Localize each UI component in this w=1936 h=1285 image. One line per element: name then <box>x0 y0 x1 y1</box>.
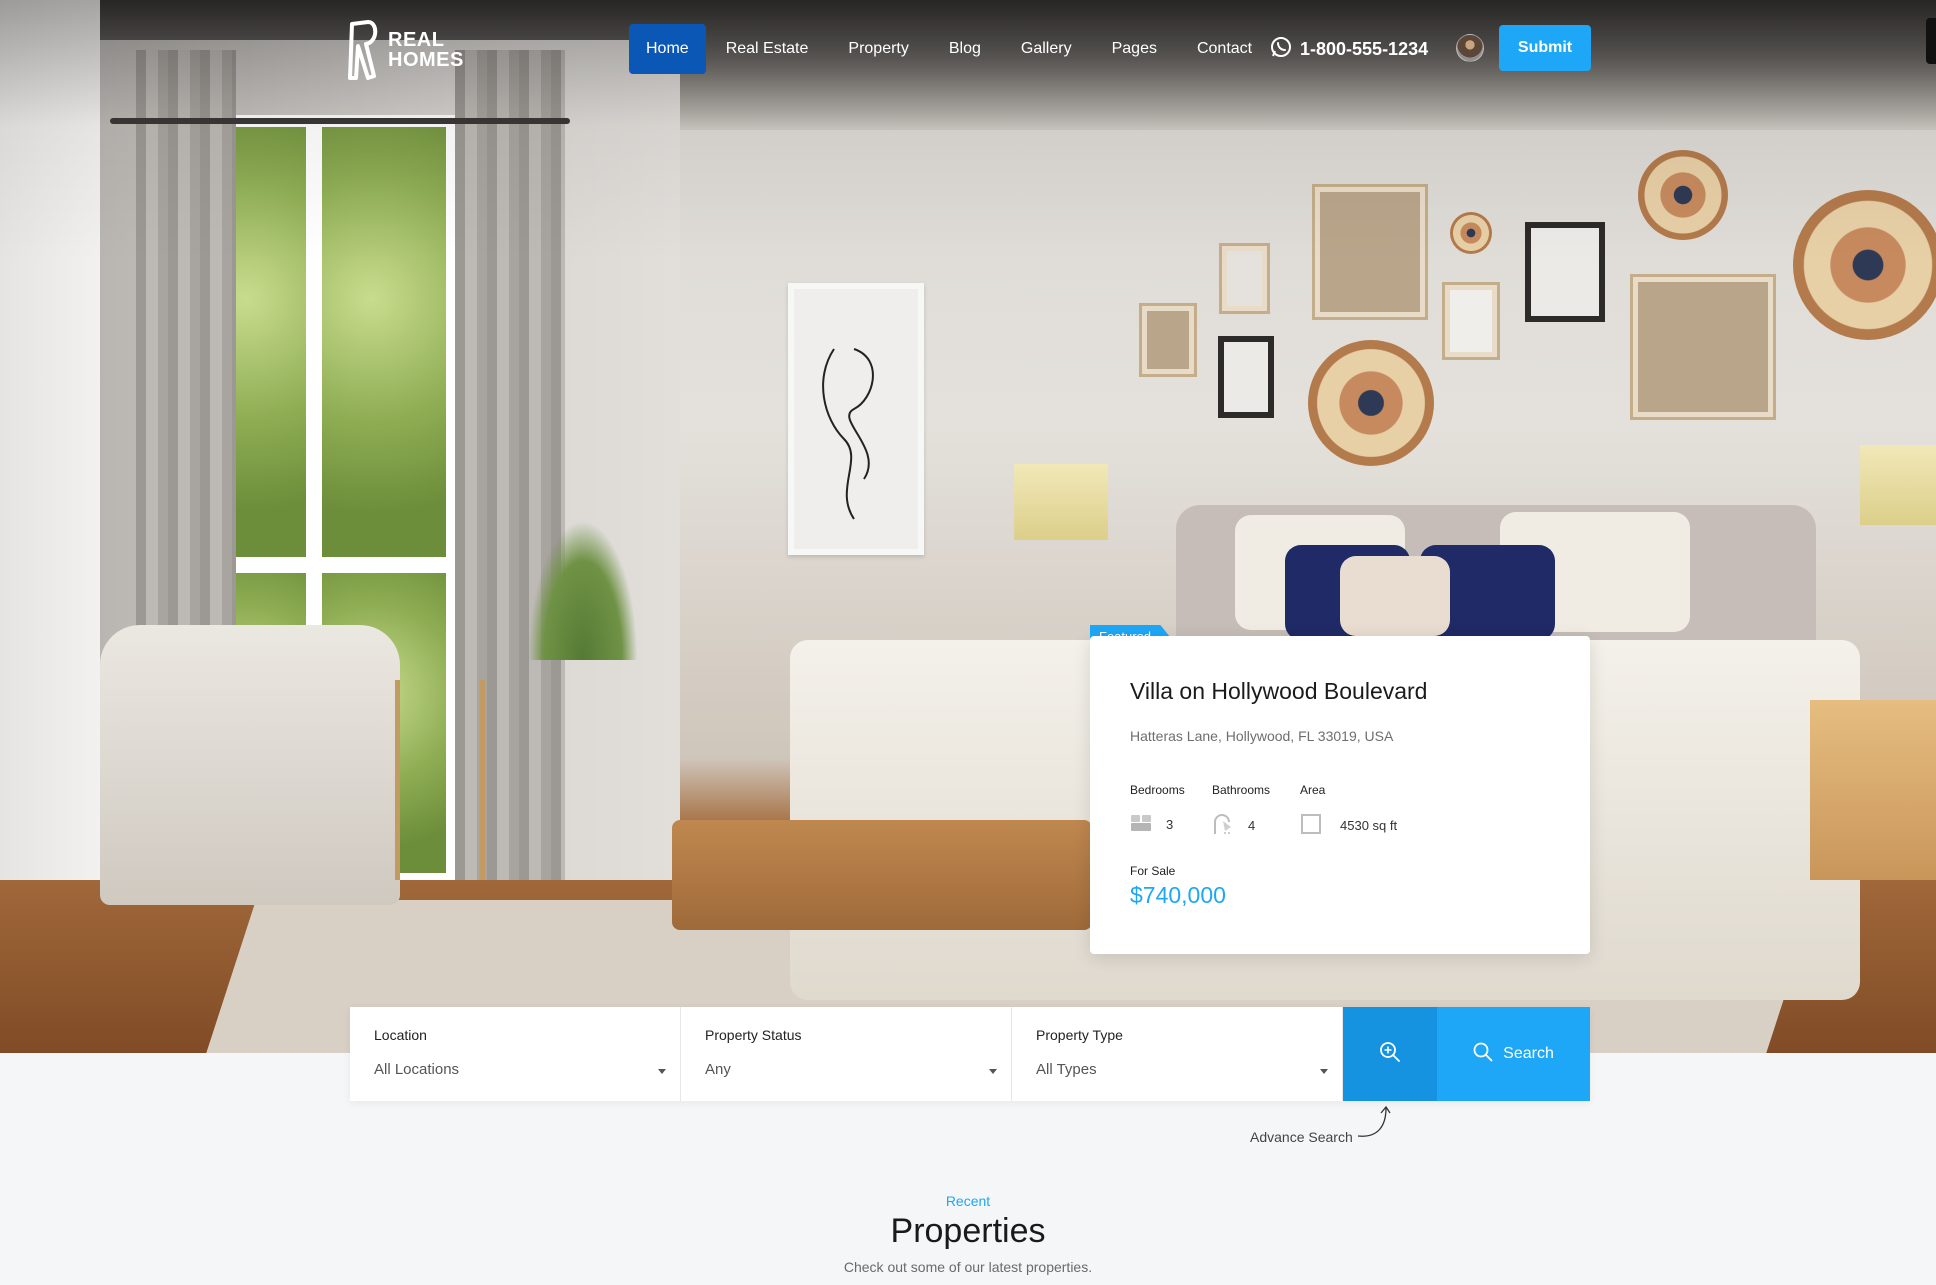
user-avatar[interactable] <box>1456 34 1484 62</box>
property-search-bar: Location All Locations Property Status A… <box>350 1007 1590 1101</box>
bedrooms-label: Bedrooms <box>1130 783 1185 797</box>
side-panel-tab[interactable] <box>1926 18 1936 64</box>
section-kicker: Recent <box>945 1193 991 1209</box>
chevron-down-icon <box>1320 1069 1328 1074</box>
search-button-label: Search <box>1503 1045 1554 1062</box>
bed-icon <box>1130 813 1152 836</box>
location-select[interactable]: Location All Locations <box>350 1007 681 1101</box>
bedrooms-meta: Bedrooms 3 <box>1130 783 1185 832</box>
featured-property-card[interactable]: Villa on Hollywood Boulevard Hatteras La… <box>1090 636 1590 954</box>
nav-item-real-estate[interactable]: Real Estate <box>706 24 829 74</box>
nav-item-gallery[interactable]: Gallery <box>1001 24 1092 74</box>
chevron-down-icon <box>658 1069 666 1074</box>
area-label: Area <box>1300 783 1326 797</box>
hero-background <box>0 0 1936 1053</box>
search-icon <box>1473 1042 1493 1067</box>
submit-button[interactable]: Submit <box>1499 25 1591 71</box>
property-type-label: Property Type <box>1036 1027 1123 1043</box>
main-nav: Home Real Estate Property Blog Gallery P… <box>629 24 1272 74</box>
property-status-value: Any <box>705 1061 731 1078</box>
nav-item-blog[interactable]: Blog <box>929 24 1001 74</box>
location-value: All Locations <box>374 1061 460 1078</box>
whatsapp-icon <box>1270 36 1292 63</box>
nav-item-property[interactable]: Property <box>828 24 928 74</box>
property-address: Hatteras Lane, Hollywood, FL 33019, USA <box>1130 728 1394 744</box>
property-status-label: Property Status <box>705 1027 802 1043</box>
sale-status: For Sale <box>1130 864 1176 878</box>
site-header: REAL HOMES Home Real Estate Property Blo… <box>0 0 1936 100</box>
chevron-down-icon <box>989 1069 997 1074</box>
phone-number: 1-800-555-1234 <box>1300 39 1429 59</box>
property-type-select[interactable]: Property Type All Types <box>1012 1007 1343 1101</box>
curved-arrow-icon <box>1356 1104 1398 1145</box>
nav-item-contact[interactable]: Contact <box>1177 24 1272 74</box>
bathrooms-meta: Bathrooms 4 <box>1212 783 1271 834</box>
logo-text: REAL HOMES <box>388 29 464 71</box>
property-type-value: All Types <box>1036 1061 1097 1078</box>
advance-search-hint[interactable]: Advance Search <box>1250 1129 1353 1145</box>
zoom-plus-icon <box>1379 1041 1401 1068</box>
section-title: Properties <box>890 1212 1046 1250</box>
nav-item-pages[interactable]: Pages <box>1092 24 1177 74</box>
shower-icon <box>1212 813 1234 838</box>
bedrooms-value: 3 <box>1166 817 1174 832</box>
location-label: Location <box>374 1027 427 1043</box>
area-value: 4530 sq ft <box>1340 818 1398 833</box>
section-subtitle: Check out some of our latest properties. <box>843 1259 1093 1275</box>
phone-link[interactable]: 1-800-555-1234 <box>1270 36 1428 63</box>
property-title[interactable]: Villa on Hollywood Boulevard <box>1130 678 1427 705</box>
site-logo[interactable]: REAL HOMES <box>348 20 464 80</box>
bathrooms-value: 4 <box>1248 818 1256 833</box>
advance-search-button[interactable] <box>1343 1007 1437 1101</box>
nav-item-home[interactable]: Home <box>629 24 706 74</box>
bathrooms-label: Bathrooms <box>1212 783 1271 797</box>
property-status-select[interactable]: Property Status Any <box>681 1007 1012 1101</box>
area-meta: Area 4530 sq ft <box>1300 783 1397 834</box>
area-icon <box>1300 813 1322 838</box>
search-button[interactable]: Search <box>1437 1007 1590 1101</box>
logo-mark-icon <box>348 20 380 80</box>
property-price: $740,000 <box>1130 882 1226 908</box>
